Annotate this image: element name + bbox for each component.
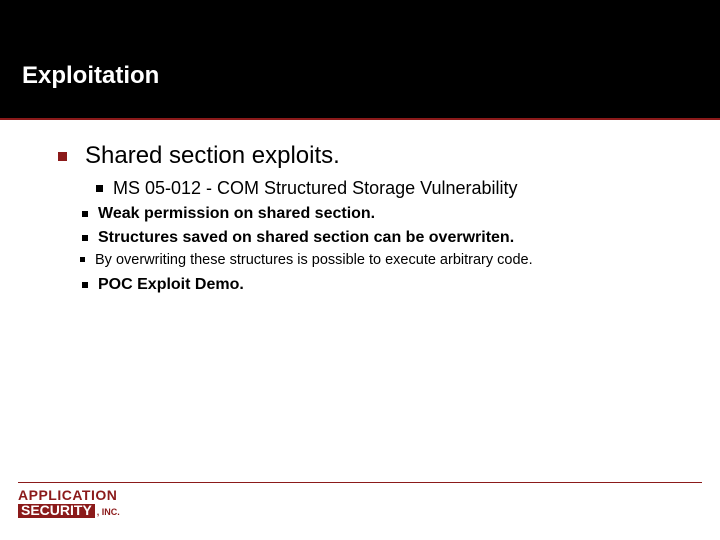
bullet-level3: POC Exploit Demo.	[82, 276, 680, 294]
bullet-level1: Shared section exploits.	[58, 142, 680, 170]
bullet-icon	[82, 235, 88, 241]
bullet-level2: MS 05-012 - COM Structured Storage Vulne…	[96, 178, 680, 199]
logo-inc: , INC.	[97, 507, 120, 517]
bullet-text: POC Exploit Demo.	[98, 276, 244, 294]
logo-line1: APPLICATION	[18, 489, 702, 502]
bullet-text: Shared section exploits.	[85, 142, 340, 170]
bullet-text: Weak permission on shared section.	[98, 205, 375, 223]
bullet-level3: Weak permission on shared section.	[82, 205, 680, 223]
bullet-icon	[82, 211, 88, 217]
footer-divider	[18, 482, 702, 483]
company-logo: APPLICATION SECURITY, INC.	[18, 489, 702, 518]
footer: APPLICATION SECURITY, INC.	[18, 482, 702, 518]
bullet-icon	[96, 185, 103, 192]
bullet-level4: By overwriting these structures is possi…	[80, 251, 680, 270]
bullet-level3: Structures saved on shared section can b…	[82, 229, 680, 247]
bullet-text: MS 05-012 - COM Structured Storage Vulne…	[113, 178, 518, 199]
bullet-icon	[82, 282, 88, 288]
logo-line2: SECURITY	[18, 504, 95, 518]
slide-title: Exploitation	[22, 62, 159, 90]
slide-body: Shared section exploits. MS 05-012 - COM…	[0, 120, 720, 294]
header-bar: Exploitation	[0, 0, 720, 120]
bullet-text: By overwriting these structures is possi…	[95, 251, 533, 270]
bullet-text: Structures saved on shared section can b…	[98, 229, 514, 247]
bullet-icon	[58, 152, 67, 161]
bullet-icon	[80, 257, 85, 262]
